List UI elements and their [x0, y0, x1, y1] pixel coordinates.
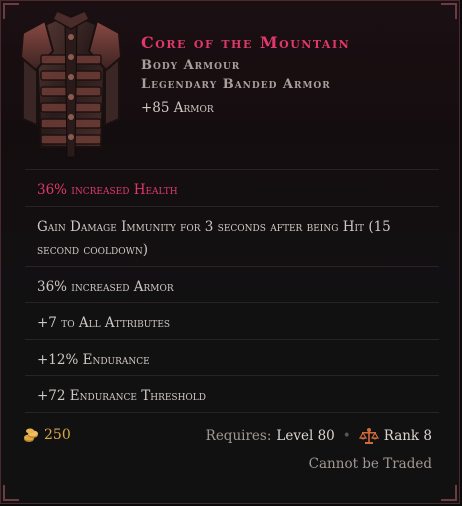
item-base-stat: +85 Armor — [141, 100, 214, 116]
separator-dot: • — [342, 428, 351, 444]
rank-value: Rank 8 — [383, 428, 432, 444]
item-value: 250 — [23, 427, 71, 443]
affix-row: +72 Endurance Threshold — [25, 375, 439, 412]
affix-row: 36% increased Armor — [25, 265, 439, 303]
item-slot: Body Armour — [141, 58, 241, 73]
affix-list: 36% increased Health Gain Damage Immunit… — [25, 169, 439, 413]
banded-armor-icon — [19, 10, 123, 158]
affix-row: +7 to All Attributes — [25, 302, 439, 339]
divider — [25, 411, 439, 413]
affix-row: 36% increased Health — [25, 169, 439, 206]
trade-restriction: Cannot be Traded — [308, 456, 432, 472]
item-header: Core of the Mountain Body Armour Legenda… — [141, 33, 350, 116]
affix-row: +12% Endurance — [25, 338, 439, 376]
gold-coins-icon — [24, 428, 38, 442]
requires-label: Requires: — [205, 428, 272, 444]
faction-scales-icon — [358, 428, 379, 444]
requirements: Requires: Level 80 • Rank 8 — [206, 427, 432, 445]
affix-row: Gain Damage Immunity for 3 seconds after… — [25, 205, 439, 266]
gold-value: 250 — [44, 427, 71, 443]
frame-corner-bottom-left — [3, 485, 19, 501]
item-tooltip: Core of the Mountain Body Armour Legenda… — [0, 0, 460, 504]
item-base-type: Legendary Banded Armor — [141, 77, 331, 92]
requires-level: Level 80 — [276, 428, 335, 444]
item-name: Core of the Mountain — [141, 33, 351, 52]
frame-corner-top-right — [441, 3, 457, 19]
frame-corner-bottom-right — [441, 485, 457, 501]
